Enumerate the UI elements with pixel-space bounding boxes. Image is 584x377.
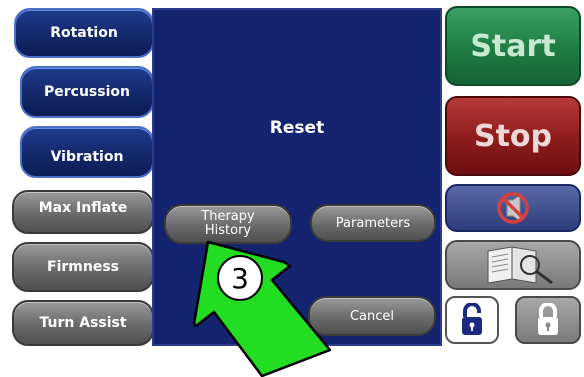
cancel-button[interactable]: Cancel: [308, 296, 436, 336]
turn-assist-label: Turn Assist: [39, 315, 127, 331]
therapy-history-button[interactable]: Therapy History: [164, 204, 292, 244]
right-panel: Start Stop: [443, 0, 584, 348]
max-inflate-label: Max Inflate: [38, 200, 128, 216]
vibration-label: Vibration: [50, 149, 124, 165]
cancel-label: Cancel: [349, 308, 395, 324]
alarm-silence-icon: [497, 192, 529, 224]
manual-button[interactable]: [445, 240, 581, 290]
reset-dialog: Reset Therapy History Parameters Cancel: [152, 8, 442, 346]
rotation-button[interactable]: Rotation: [14, 8, 154, 58]
unlock-icon: [462, 303, 482, 335]
start-label: Start: [470, 28, 556, 64]
parameters-label: Parameters: [335, 215, 411, 231]
rotation-label: Rotation: [50, 25, 118, 41]
turn-assist-button[interactable]: Turn Assist: [12, 300, 154, 346]
start-button[interactable]: Start: [445, 6, 581, 86]
stop-label: Stop: [473, 118, 553, 154]
parameters-button[interactable]: Parameters: [310, 204, 436, 242]
vibration-button[interactable]: Vibration: [20, 126, 154, 178]
max-inflate-button[interactable]: Max Inflate: [12, 190, 154, 234]
therapy-history-label: Therapy History: [201, 209, 255, 238]
touch-screen: Rotation Percussion Vibration Max Inflat…: [0, 0, 584, 348]
firmness-button[interactable]: Firmness: [12, 242, 154, 292]
alarm-silence-button[interactable]: [445, 184, 581, 232]
dialog-title: Reset: [269, 118, 325, 138]
firmness-label: Firmness: [47, 259, 119, 275]
step-number: 3: [231, 261, 249, 295]
lock-icon: [538, 303, 558, 335]
percussion-button[interactable]: Percussion: [20, 66, 154, 118]
stop-button[interactable]: Stop: [445, 96, 581, 176]
unlock-button[interactable]: [445, 296, 499, 344]
left-menu: Rotation Percussion Vibration Max Inflat…: [0, 0, 156, 348]
percussion-label: Percussion: [44, 84, 130, 100]
lock-button[interactable]: [515, 296, 581, 344]
manual-magnifier-icon: [487, 246, 553, 285]
